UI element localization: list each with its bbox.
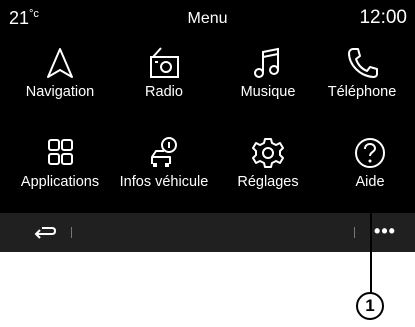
tile-label: Téléphone [327,84,397,100]
divider [354,227,355,238]
tile-label: Réglages [237,174,299,190]
back-button[interactable] [32,222,58,242]
navigation-arrow-icon [8,46,112,82]
tile-settings[interactable]: Réglages [216,136,320,206]
tile-label: Infos véhicule [119,174,209,190]
vehicle-info-icon [112,136,216,172]
callout-leader-line [370,195,372,293]
back-arrow-icon [34,227,57,239]
apps-grid-icon [8,136,112,172]
divider [71,227,72,238]
tile-navigation[interactable]: Navigation [8,46,112,116]
tile-radio[interactable]: Radio [112,46,216,116]
tile-label: Navigation [25,84,95,100]
status-bar: 21°c Menu 12:00 [0,0,415,38]
tile-vehicle-info[interactable]: Infos véhicule [112,136,216,206]
tile-label: Radio [145,84,183,100]
infotainment-screen: 21°c Menu 12:00 Navigation Radio Musique… [0,0,415,252]
tile-help[interactable]: Aide [318,136,415,206]
clock: 12:00 [359,7,407,28]
gear-icon [216,136,320,172]
help-icon [318,136,415,172]
tile-label: Applications [20,174,100,190]
tile-phone[interactable]: Téléphone [310,46,414,116]
callout-marker: 1 [356,292,384,320]
page-title: Menu [187,10,228,27]
music-note-icon [216,46,320,82]
tile-label: Aide [355,174,385,190]
tile-music[interactable]: Musique [216,46,320,116]
bottom-bar: ••• [0,213,415,252]
more-options-button[interactable]: ••• [370,221,400,241]
phone-icon [310,46,414,82]
radio-icon [112,46,216,82]
tile-applications[interactable]: Applications [8,136,112,206]
